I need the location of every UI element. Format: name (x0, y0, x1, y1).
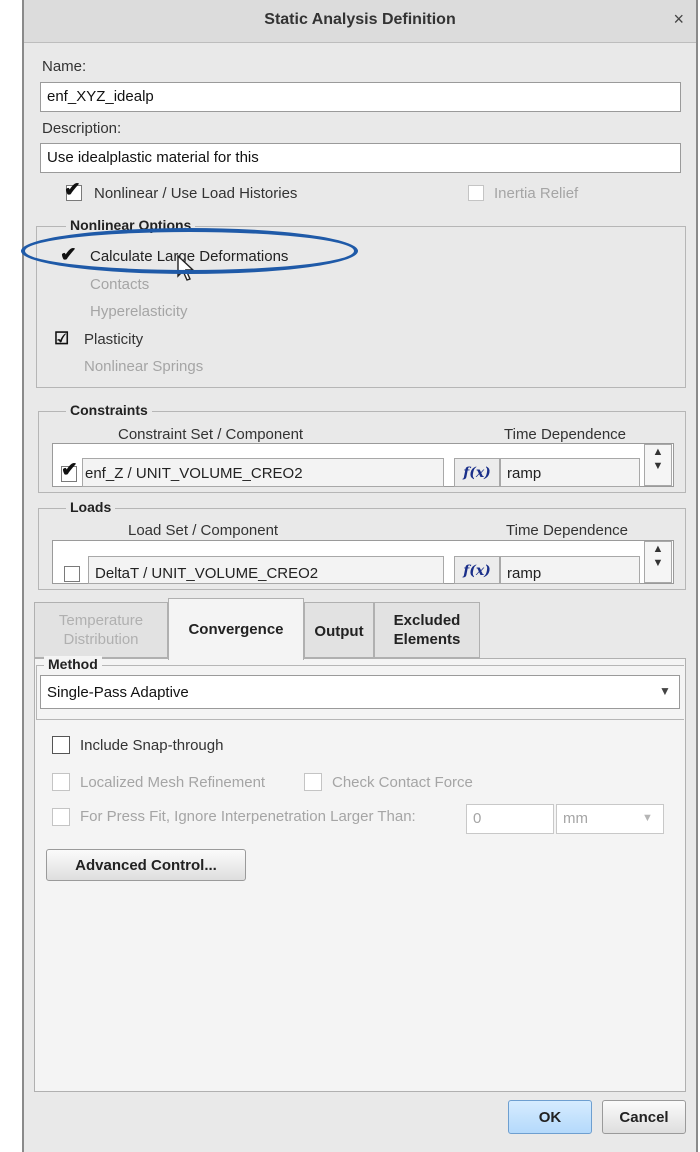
loads-scroll[interactable]: ▲ ▼ (644, 541, 672, 583)
highlight-ellipse (21, 228, 358, 274)
hyperelasticity-label: Hyperelasticity (90, 303, 188, 320)
title-bar: Static Analysis Definition × (24, 0, 696, 43)
tab-convergence[interactable]: Convergence (168, 598, 304, 660)
close-icon[interactable]: × (673, 9, 684, 30)
cancel-button[interactable]: Cancel (602, 1100, 686, 1134)
check-icon: ✔ (61, 459, 78, 481)
constraint-set-cell[interactable]: enf_Z / UNIT_VOLUME_CREO2 (82, 458, 444, 487)
advanced-control-button[interactable]: Advanced Control... (46, 849, 246, 881)
chevron-down-icon: ▼ (642, 812, 653, 824)
method-title: Method (44, 656, 102, 672)
check-icon: ✔ (64, 179, 81, 201)
chevron-down-icon[interactable]: ▼ (659, 684, 671, 698)
plasticity-label[interactable]: Plasticity (84, 331, 143, 348)
constraint-set-header: Constraint Set / Component (118, 426, 304, 443)
constraints-scroll[interactable]: ▲ ▼ (644, 444, 672, 486)
time-dependence-cell[interactable]: ramp (500, 458, 640, 487)
contacts-label: Contacts (90, 276, 150, 293)
tab-temperature-line1: Temperature (58, 612, 144, 629)
snap-through-label: Include Snap-through (80, 737, 224, 754)
mesh-refinement-label: Localized Mesh Refinement (80, 774, 266, 791)
snap-through-checkbox[interactable] (52, 736, 70, 754)
press-fit-value-input[interactable]: 0 (466, 804, 554, 834)
static-analysis-dialog: Static Analysis Definition × Name: enf_X… (21, 0, 698, 1152)
tab-temperature-distribution[interactable]: Temperature Distribution (34, 602, 168, 658)
load-set-header: Load Set / Component (128, 522, 279, 539)
contact-force-label: Check Contact Force (332, 774, 473, 791)
inertia-relief-checkbox[interactable] (468, 185, 484, 201)
name-label: Name: (42, 58, 87, 75)
time-dependence-header: Time Dependence (506, 522, 629, 539)
load-set-cell[interactable]: DeltaT / UNIT_VOLUME_CREO2 (88, 556, 444, 584)
nonlinear-springs-label: Nonlinear Springs (84, 358, 204, 375)
name-input[interactable]: enf_XYZ_idealp (40, 82, 681, 112)
contact-force-checkbox[interactable] (304, 773, 322, 791)
load-row-checkbox[interactable] (64, 566, 80, 582)
tab-temperature-line2: Distribution (63, 631, 139, 648)
time-dependence-cell[interactable]: ramp (500, 556, 640, 584)
inertia-relief-label: Inertia Relief (494, 185, 579, 202)
tab-excluded-line2: Elements (393, 631, 461, 648)
fx-button[interactable]: f(x) (454, 458, 500, 487)
dialog-title: Static Analysis Definition (264, 11, 456, 28)
nonlinear-label: Nonlinear / Use Load Histories (94, 185, 298, 202)
constraints-title: Constraints (66, 402, 152, 418)
press-fit-checkbox[interactable] (52, 808, 70, 826)
method-select[interactable]: Single-Pass Adaptive (40, 675, 680, 709)
description-label: Description: (42, 120, 122, 137)
loads-title: Loads (66, 499, 116, 515)
tab-output[interactable]: Output (304, 602, 374, 658)
description-input[interactable]: Use idealplastic material for this (40, 143, 681, 173)
fx-button[interactable]: f(x) (454, 556, 500, 584)
time-dependence-header: Time Dependence (504, 426, 627, 443)
check-icon: ☑ (54, 329, 70, 348)
tab-excluded-elements[interactable]: Excluded Elements (374, 602, 480, 658)
press-fit-label: For Press Fit, Ignore Interpenetration L… (80, 808, 416, 825)
tab-excluded-line1: Excluded (393, 612, 461, 629)
ok-button[interactable]: OK (508, 1100, 592, 1134)
mesh-refinement-checkbox[interactable] (52, 773, 70, 791)
